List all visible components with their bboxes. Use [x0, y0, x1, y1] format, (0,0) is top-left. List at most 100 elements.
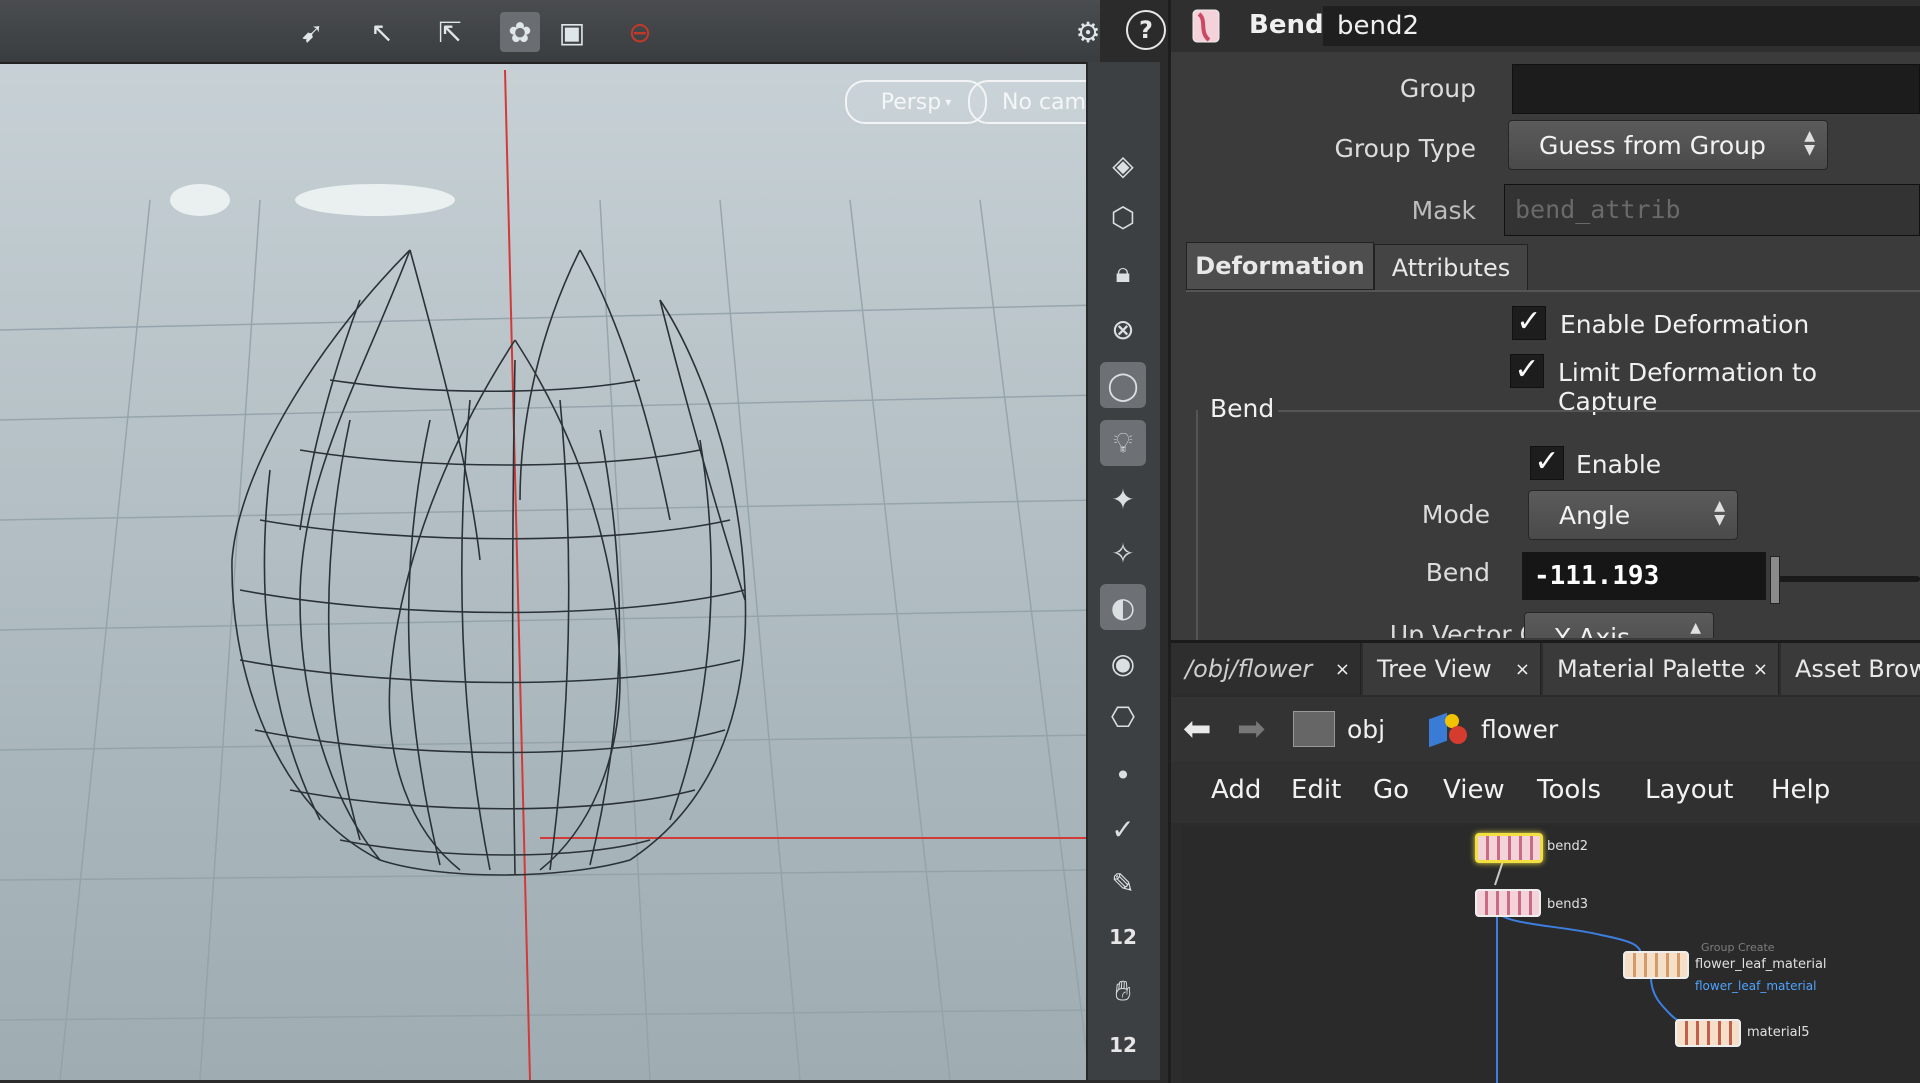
bend3-node-label: bend3 [1547, 897, 1589, 912]
node-header: Bend bend2 [1171, 0, 1920, 52]
upvector-menu[interactable]: Y Axis ▲ [1524, 612, 1714, 638]
material5-node[interactable] [1675, 1019, 1741, 1047]
z-axis-line [504, 69, 531, 1080]
geometry-object-icon [1429, 712, 1469, 748]
limit-deformation-checkbox[interactable]: ✓ [1510, 354, 1544, 388]
select-arrow-icon[interactable]: ➹ [292, 12, 332, 52]
up-down-arrows-icon: ▲ ▼ [1714, 498, 1725, 528]
shading-ball-icon[interactable]: ◐ [1100, 584, 1146, 630]
network-wires [1494, 848, 1692, 1083]
help-icon[interactable]: ? [1126, 10, 1166, 50]
light-glare [295, 184, 455, 216]
node-type-label: Bend [1249, 10, 1324, 40]
node-name-field[interactable]: bend2 [1323, 6, 1920, 46]
tab-tree-view[interactable]: Tree View × [1363, 643, 1541, 695]
flower-leaf-material-label: flower_leaf_material [1695, 957, 1827, 972]
mask-placeholder: bend_attrib [1515, 195, 1681, 224]
no-entry-icon[interactable]: ⊖ [620, 12, 660, 52]
menu-go[interactable]: Go [1373, 775, 1409, 805]
pen-icon[interactable]: ✎ [1100, 860, 1146, 906]
brush-icon[interactable]: ✓ [1100, 806, 1146, 852]
dot-icon[interactable]: • [1100, 752, 1146, 798]
menu-add[interactable]: Add [1211, 775, 1261, 805]
camera-menu[interactable]: No cam▾ [968, 80, 1100, 124]
tab-asset-browser[interactable]: Asset Brow [1781, 643, 1920, 695]
enable-deformation-label: Enable Deformation [1560, 310, 1810, 339]
view-menu[interactable]: Persp ▾ [845, 80, 987, 124]
mode-value: Angle [1559, 500, 1631, 530]
menu-layout[interactable]: Layout [1645, 775, 1733, 805]
close-icon[interactable]: × [1753, 659, 1768, 680]
frame-number-a-label: 12 [1109, 925, 1137, 949]
cube-shelf-icon[interactable]: ◈ [1100, 142, 1146, 188]
back-arrow-icon[interactable]: ⬅ [1183, 709, 1212, 749]
menu-help[interactable]: Help [1771, 775, 1830, 805]
viewport-shelf: ◈ ⬡ 🔒︎ ⊗ ◯ 💡︎ ✦ ✧ ◐ ◉ ⎔ • ✓ ✎ 12 ✋︎ 12 [1086, 62, 1160, 1080]
bend2-node-label: bend2 [1547, 839, 1589, 854]
eye-icon[interactable]: ◉ [1100, 640, 1146, 686]
cancel-icon[interactable]: ⊗ [1100, 306, 1146, 352]
bend-slider-handle[interactable] [1770, 556, 1780, 604]
group-type-value: Guess from Group [1539, 130, 1766, 160]
path-obj[interactable]: obj [1293, 705, 1385, 753]
light-bulb-icon[interactable]: 💡︎ [1100, 420, 1146, 466]
mode-menu[interactable]: Angle ▲ ▼ [1528, 490, 1738, 540]
group-type-menu[interactable]: Guess from Group ▲ ▼ [1508, 120, 1828, 170]
eraser-icon[interactable]: ✋︎ [1100, 968, 1146, 1014]
tab-obj-flower[interactable]: /obj/flower × [1171, 643, 1361, 695]
viewport-toolbar: ➹ ↖ ⇱ ✿ ▣ ⊖ ⚙ [0, 0, 1100, 64]
tab-asset-browser-label: Asset Brow [1795, 655, 1920, 683]
tab-attributes[interactable]: Attributes [1374, 244, 1528, 292]
frame-number-b[interactable]: 12 [1100, 1022, 1146, 1068]
menu-edit[interactable]: Edit [1291, 775, 1341, 805]
ghost-icon[interactable]: ⬡ [1100, 194, 1146, 240]
path-obj-label: obj [1347, 714, 1386, 744]
close-icon[interactable]: × [1335, 659, 1350, 680]
display-icon[interactable]: ▣ [552, 12, 592, 52]
viewport-scene[interactable] [0, 0, 1100, 1080]
point-light-icon[interactable]: ✦ [1100, 476, 1146, 522]
transform-icon[interactable]: ⇱ [430, 12, 470, 52]
obj-network-icon [1293, 711, 1335, 747]
3d-viewport[interactable]: ➹ ↖ ⇱ ✿ ▣ ⊖ ⚙ Persp▾ No cam▾ [0, 0, 1100, 1080]
enable-label: Enable [1576, 450, 1662, 479]
bend-node-icon [1192, 9, 1220, 43]
flower-leaf-material-node[interactable] [1623, 951, 1689, 979]
tab-attributes-label: Attributes [1391, 254, 1511, 282]
close-icon[interactable]: × [1515, 659, 1530, 680]
bend-value-field[interactable]: -111.193 [1522, 552, 1766, 600]
chevron-down-icon: ▾ [945, 95, 952, 109]
mask-label: Mask [1411, 196, 1476, 225]
network-pane: /obj/flower × Tree View × Material Palet… [1168, 640, 1920, 1083]
mask-field[interactable]: bend_attrib [1504, 184, 1920, 236]
material5-node-label: material5 [1747, 1025, 1810, 1040]
network-menubar: Add Edit Go View Tools Layout Help [1171, 761, 1920, 823]
sphere-icon[interactable]: ◯ [1100, 362, 1146, 408]
lock-icon[interactable]: 🔒︎ [1100, 250, 1146, 296]
bend2-node[interactable] [1475, 833, 1543, 863]
layout-icon[interactable]: ⚙ [1068, 12, 1100, 52]
group-field[interactable] [1512, 64, 1920, 114]
frame-number-a[interactable]: 12 [1100, 914, 1146, 960]
group-create-hint: Group Create [1701, 941, 1775, 954]
upvector-row-clip: Up Vector Control Y Axis ▲ [1190, 612, 1920, 638]
tab-obj-flower-label: /obj/flower [1185, 655, 1313, 683]
tab-deformation[interactable]: Deformation [1186, 242, 1374, 290]
camera-icon[interactable]: ⎔ [1100, 694, 1146, 740]
enable-deformation-checkbox[interactable]: ✓ [1512, 306, 1546, 340]
group-label: Group [1399, 74, 1476, 103]
select-pointer-icon[interactable]: ↖ [362, 12, 402, 52]
network-path-bar: ⬅ ➡ obj flower [1171, 697, 1920, 761]
enable-checkbox[interactable]: ✓ [1530, 446, 1564, 480]
bend-slider-track[interactable] [1770, 576, 1920, 582]
menu-tools[interactable]: Tools [1537, 775, 1601, 805]
bend3-node[interactable] [1475, 889, 1541, 917]
forward-arrow-icon[interactable]: ➡ [1237, 709, 1266, 749]
network-canvas[interactable]: bend2 bend3 Group Create flower_leaf_mat… [1181, 825, 1920, 1083]
menu-view[interactable]: View [1443, 775, 1505, 805]
tab-material-palette[interactable]: Material Palette × [1543, 643, 1779, 695]
tab-material-palette-label: Material Palette [1557, 655, 1746, 683]
spot-light-icon[interactable]: ✧ [1100, 530, 1146, 576]
snap-icon[interactable]: ✿ [500, 12, 540, 52]
path-flower[interactable]: flower [1429, 705, 1558, 753]
